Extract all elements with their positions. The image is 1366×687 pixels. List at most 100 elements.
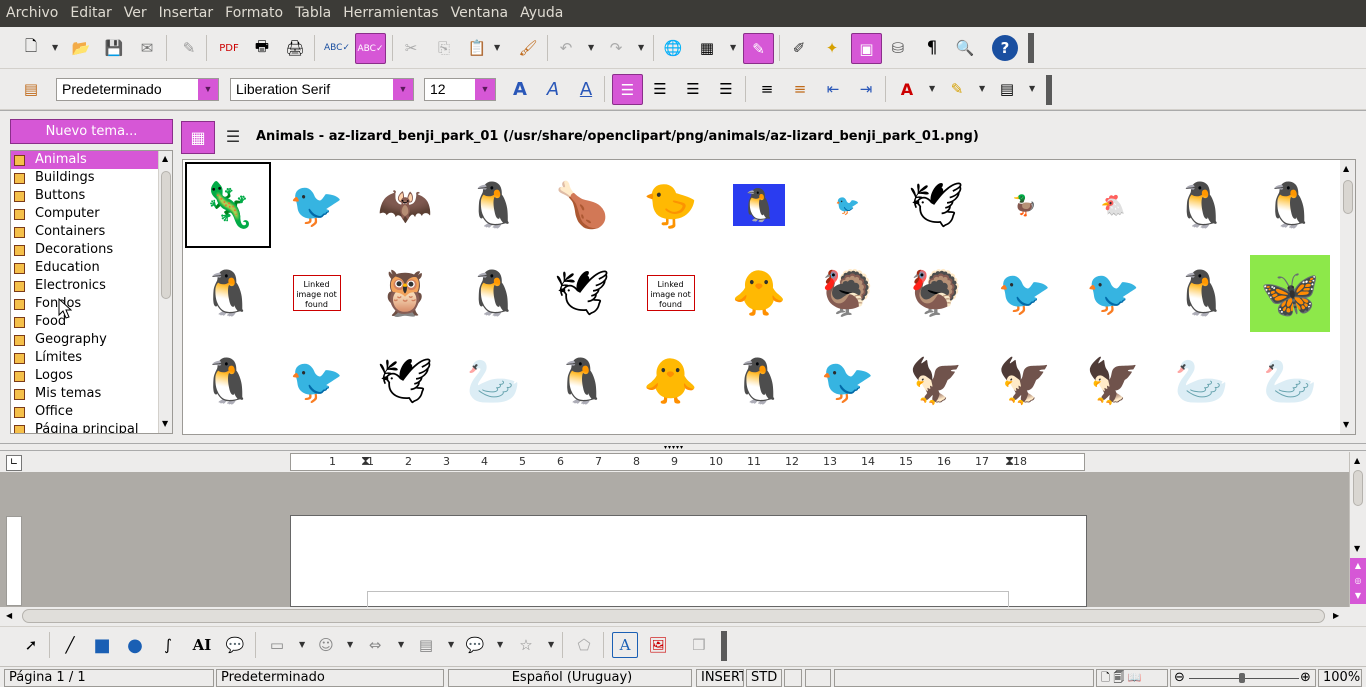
- symbol-shapes-icon[interactable]: ☺: [313, 632, 339, 658]
- page-text-area[interactable]: [367, 591, 1009, 607]
- gallery-thumbnail-puffin[interactable]: 🐧: [451, 162, 537, 248]
- menu-item-2[interactable]: Ver: [118, 0, 153, 27]
- language-indicator[interactable]: Español (Uruguay): [448, 669, 692, 687]
- rectangle-icon[interactable]: ■: [89, 632, 115, 658]
- scroll-up-icon[interactable]: ▲: [162, 154, 168, 163]
- export-pdf-icon[interactable]: PDF: [216, 35, 242, 61]
- callouts-dropdown-arrow[interactable]: ▼: [497, 640, 503, 649]
- selection-mode-indicator[interactable]: STD: [746, 669, 782, 687]
- insert-mode-indicator[interactable]: INSERT: [696, 669, 744, 687]
- numbering-icon[interactable]: ≡: [754, 76, 780, 102]
- theme-list[interactable]: Animals Buildings Buttons Computer Container…: [10, 150, 173, 434]
- right-indent-marker[interactable]: ⧗: [1005, 454, 1014, 469]
- italic-icon[interactable]: A: [540, 76, 566, 102]
- new-theme-button[interactable]: Nuevo tema...: [10, 119, 173, 144]
- table-dropdown-arrow[interactable]: ▼: [730, 43, 736, 52]
- cut-icon[interactable]: ✂: [398, 35, 424, 61]
- basic-shapes-icon[interactable]: ▭: [264, 632, 290, 658]
- theme-list-item[interactable]: Límites: [11, 349, 172, 367]
- theme-list-item[interactable]: Containers: [11, 223, 172, 241]
- paste-dropdown-arrow[interactable]: ▼: [494, 43, 500, 52]
- find-replace-icon[interactable]: ✐: [786, 35, 812, 61]
- theme-list-item[interactable]: Mis temas: [11, 385, 172, 403]
- highlight-dropdown-arrow[interactable]: ▼: [979, 84, 985, 93]
- formatting-marks-icon[interactable]: ¶: [919, 35, 945, 61]
- hyperlink-icon[interactable]: 🌐: [660, 35, 686, 61]
- zoom-out-icon[interactable]: ⊖: [1174, 670, 1185, 686]
- text-icon[interactable]: AI: [189, 632, 215, 658]
- theme-list-item[interactable]: Buttons: [11, 187, 172, 205]
- theme-list-item[interactable]: Buildings: [11, 169, 172, 187]
- paragraph-style-combo[interactable]: Predeterminado ▼: [56, 78, 219, 101]
- copy-icon[interactable]: ⎘: [431, 35, 457, 61]
- clone-formatting-icon[interactable]: 🖌: [515, 35, 541, 61]
- save-icon[interactable]: 💾: [101, 35, 127, 61]
- align-right-icon[interactable]: ☰: [680, 76, 706, 102]
- menu-item-7[interactable]: Ventana: [445, 0, 515, 27]
- view-layout-buttons[interactable]: 🗋 🗐 📖: [1096, 669, 1168, 687]
- scroll-up-icon[interactable]: ▲: [1343, 164, 1349, 173]
- curve-icon[interactable]: ∫: [155, 632, 181, 658]
- zoom-level[interactable]: 100%: [1318, 669, 1362, 687]
- left-indent-marker[interactable]: ⧗: [361, 454, 370, 469]
- gallery-thumbnail-penguin[interactable]: 🐧: [1159, 162, 1245, 248]
- theme-list-item[interactable]: Geography: [11, 331, 172, 349]
- theme-list-item[interactable]: Education: [11, 259, 172, 277]
- vertical-ruler[interactable]: [6, 516, 22, 606]
- splitter-handle[interactable]: ▾▾▾▾▾: [664, 444, 684, 451]
- styles-formatting-icon[interactable]: ▤: [18, 76, 44, 102]
- gallery-thumbnail-eagle-flying[interactable]: 🦅: [982, 338, 1068, 424]
- toolbar-grip[interactable]: [1046, 75, 1052, 105]
- data-sources-icon[interactable]: ⛁: [885, 35, 911, 61]
- callout-icon[interactable]: 💬: [222, 632, 248, 658]
- gallery-thumbnail-turkey[interactable]: 🦃: [805, 250, 891, 336]
- theme-list-item[interactable]: Logos: [11, 367, 172, 385]
- font-color-icon[interactable]: A: [894, 76, 920, 102]
- navigator-icon[interactable]: ✦: [819, 35, 845, 61]
- gallery-thumbnail-dove[interactable]: 🕊: [539, 250, 625, 336]
- edit-file-icon[interactable]: ✎: [176, 35, 202, 61]
- menu-item-5[interactable]: Tabla: [289, 0, 337, 27]
- flowchart-dropdown-arrow[interactable]: ▼: [448, 640, 454, 649]
- new-document-icon[interactable]: 🗋: [18, 35, 44, 61]
- gallery-thumbnail-swan-black[interactable]: 🦢: [1247, 338, 1333, 424]
- underline-icon[interactable]: A: [573, 76, 599, 102]
- scroll-up-icon[interactable]: ▲: [1354, 456, 1360, 465]
- block-arrows-icon[interactable]: ⇔: [362, 632, 388, 658]
- gallery-thumbnail-duck[interactable]: 🦆: [982, 162, 1068, 248]
- autospellcheck-icon[interactable]: ABC✓: [355, 33, 386, 64]
- menu-item-4[interactable]: Formato: [219, 0, 289, 27]
- points-icon[interactable]: ⬠: [571, 632, 597, 658]
- menu-item-1[interactable]: Editar: [64, 0, 117, 27]
- undo-dropdown-arrow[interactable]: ▼: [588, 43, 594, 52]
- gallery-thumbnail-penguin-small[interactable]: 🐧: [185, 250, 271, 336]
- chevron-down-icon[interactable]: ▼: [393, 79, 413, 100]
- gallery-thumbnail-flying-bird[interactable]: 🐦: [274, 338, 360, 424]
- detailed-view-button[interactable]: ☰: [217, 121, 249, 154]
- undo-icon[interactable]: ↶: [553, 35, 579, 61]
- gallery-thumbnail-penguin-blue-tile[interactable]: 🐧: [716, 162, 802, 248]
- horizontal-ruler[interactable]: 1 1 2 3 4 5 6 7 8 9 10 11 12 13 14 15 16 17 18 ⧗ ⧗: [290, 453, 1085, 471]
- paste-icon[interactable]: 📋: [464, 35, 490, 61]
- gallery-thumbnail-gull-flying[interactable]: 🕊: [362, 338, 448, 424]
- increase-indent-icon[interactable]: ⇥: [853, 76, 879, 102]
- scroll-down-icon[interactable]: ▼: [162, 419, 168, 428]
- help-icon[interactable]: ?: [992, 35, 1018, 61]
- insert-image-icon[interactable]: 🖼: [645, 632, 671, 658]
- menu-item-6[interactable]: Herramientas: [337, 0, 444, 27]
- stars-icon[interactable]: ☆: [513, 632, 539, 658]
- toolbar-grip[interactable]: [1028, 33, 1034, 63]
- block-arrows-dropdown-arrow[interactable]: ▼: [398, 640, 404, 649]
- highlighting-icon[interactable]: ✎: [944, 76, 970, 102]
- scroll-thumb[interactable]: [1353, 470, 1363, 506]
- scroll-right-icon[interactable]: ▶: [1333, 611, 1339, 620]
- fontwork-icon[interactable]: A: [612, 632, 638, 658]
- ellipse-icon[interactable]: ●: [122, 632, 148, 658]
- menu-item-3[interactable]: Insertar: [153, 0, 220, 27]
- font-color-dropdown-arrow[interactable]: ▼: [929, 84, 935, 93]
- gallery-thumbnail-lizard[interactable]: 🦎: [185, 162, 271, 248]
- theme-list-item[interactable]: Animals: [11, 151, 172, 169]
- gallery-thumbnail-emperor-penguin[interactable]: 🐧: [716, 338, 802, 424]
- gallery-thumbnail-penguin-large[interactable]: 🐧: [1247, 162, 1333, 248]
- gallery-thumbnail-crow[interactable]: 🐦: [982, 250, 1068, 336]
